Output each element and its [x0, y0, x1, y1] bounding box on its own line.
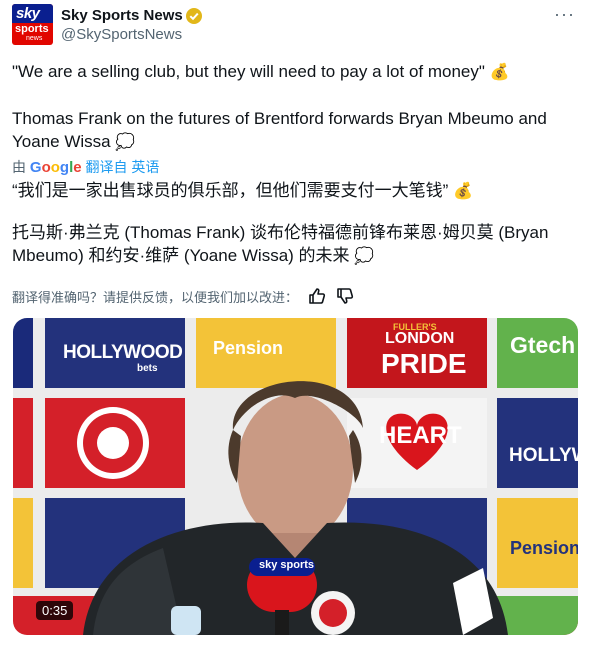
more-options-icon[interactable]: ··· — [554, 4, 575, 25]
verified-badge-icon — [186, 8, 202, 24]
translation-feedback: 翻译得准确吗？请提供反馈，以便我们加以改进： — [12, 285, 354, 307]
heart-logo: HEART — [379, 422, 462, 449]
avatar-sports-text: sports — [15, 23, 49, 35]
pension-logo: Pension — [213, 338, 284, 358]
tweet-header: sky sports news Sky Sports News @SkySpor… — [12, 4, 579, 46]
feedback-prompt: 翻译得准确吗？请提供反馈，以便我们加以改进： — [12, 289, 299, 305]
translated-context: 托马斯·弗兰克 (Thomas Frank) 谈布伦特福德前锋布莱恩·姆贝莫 (… — [12, 221, 563, 268]
hollywood-bets-logo: HOLLYWOOD — [63, 342, 183, 363]
hollywood-bets-subtext: bets — [137, 363, 158, 374]
translated-context-text: 托马斯·弗兰克 (Thomas Frank) 谈布伦特福德前锋布莱恩·姆贝莫 (… — [12, 223, 549, 265]
thumbs-down-icon[interactable] — [336, 287, 354, 305]
london-pride-london: LONDON — [385, 330, 455, 347]
avatar-news-text: news — [26, 35, 43, 42]
london-pride-pride: PRIDE — [381, 348, 467, 379]
avatar-sky-text: sky — [16, 5, 40, 22]
money-bag-icon: 💰 — [453, 183, 473, 200]
tweet-quote-text: "We are a selling club, but they will ne… — [12, 62, 485, 81]
press-conference-video-frame — [13, 318, 578, 635]
video-player[interactable]: HOLLYWOOD bets Pension FULLER'S LONDON P… — [13, 318, 578, 635]
google-logo: Google — [29, 159, 82, 176]
translated-quote: “我们是一家出售球员的俱乐部，但他们需要支付一大笔钱” 💰 — [12, 179, 473, 204]
hollywood-bets-logo-right: HOLLYW — [509, 445, 578, 466]
sky-sports-mic-label: sky sports — [259, 559, 315, 571]
thumbs-up-icon[interactable] — [308, 287, 326, 305]
thought-bubble-icon: 💭 — [354, 248, 375, 265]
translated-prefix: 由 — [12, 159, 26, 175]
video-duration: 0:35 — [36, 601, 74, 620]
tweet-text-quote: "We are a selling club, but they will ne… — [12, 60, 579, 84]
thought-bubble-icon: 💭 — [115, 134, 136, 151]
tweet-text-context: Thomas Frank on the futures of Brentford… — [12, 107, 579, 154]
avatar[interactable]: sky sports news — [12, 4, 53, 45]
account-name[interactable]: Sky Sports News — [61, 7, 183, 24]
translated-from-language[interactable]: 翻译自 英语 — [85, 159, 159, 175]
tweet-context-text: Thomas Frank on the futures of Brentford… — [12, 109, 547, 151]
translated-quote-text: “我们是一家出售球员的俱乐部，但他们需要支付一大笔钱” — [12, 181, 449, 200]
pension-logo-lower: Pension — [510, 538, 578, 558]
gtech-logo: Gtech — [510, 332, 576, 358]
translated-by-google: 由 Google 翻译自 英语 — [12, 157, 159, 177]
money-bag-icon: 💰 — [489, 64, 510, 81]
account-handle[interactable]: @SkySportsNews — [61, 26, 182, 43]
